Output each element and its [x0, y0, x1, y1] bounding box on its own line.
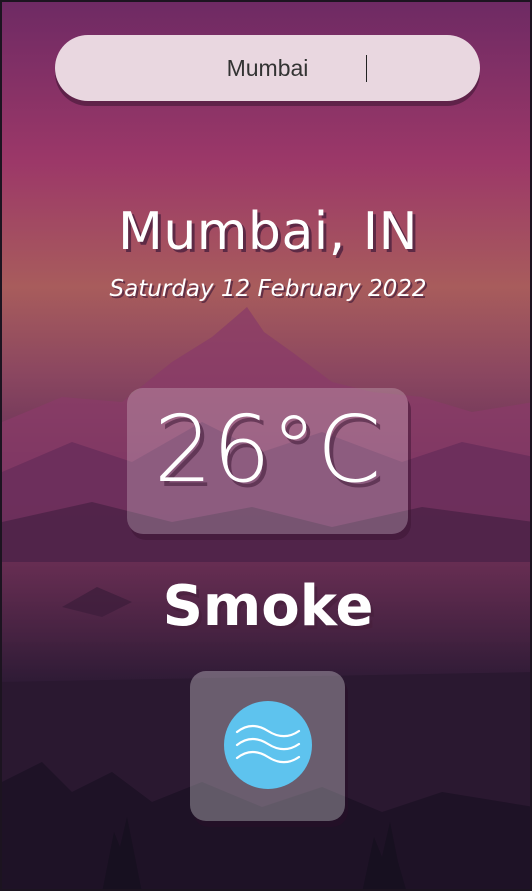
text-cursor — [366, 55, 367, 82]
weather-icon-card — [190, 671, 345, 821]
date-label: Saturday 12 February 2022 — [109, 276, 427, 302]
weather-app: Mumbai, IN Saturday 12 February 2022 26°… — [0, 0, 532, 891]
search-bar[interactable] — [55, 35, 480, 101]
weather-condition: Smoke — [162, 574, 374, 639]
temperature-card: 26°C — [127, 388, 408, 534]
location-title: Mumbai, IN — [117, 202, 419, 262]
search-input[interactable] — [55, 35, 480, 101]
smoke-icon — [224, 701, 312, 789]
temperature-value: 26°C — [153, 396, 382, 503]
